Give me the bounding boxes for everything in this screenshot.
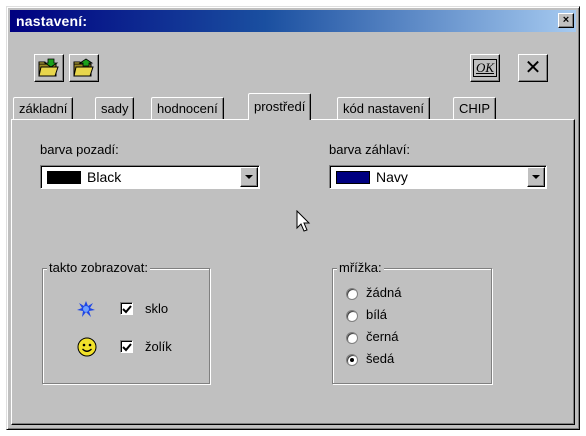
background-color-swatch bbox=[47, 171, 81, 184]
tab-chip[interactable]: CHIP bbox=[453, 97, 497, 119]
tab-label: sady bbox=[101, 101, 129, 116]
joker-checkbox[interactable] bbox=[120, 340, 133, 353]
mouse-cursor-icon bbox=[296, 210, 311, 232]
ok-label: OK bbox=[472, 59, 498, 77]
cancel-icon: ✕ bbox=[524, 57, 542, 79]
glass-checkbox[interactable] bbox=[120, 302, 133, 315]
background-color-label: barva pozadí: bbox=[40, 142, 119, 157]
grid-radio-black[interactable] bbox=[346, 332, 358, 344]
tab-hodnoceni[interactable]: hodnocení bbox=[151, 97, 224, 119]
folder-save-icon bbox=[73, 58, 94, 77]
grid-radio-label: černá bbox=[366, 329, 399, 344]
tab-label: prostředí bbox=[254, 99, 306, 114]
glass-checkbox-label: sklo bbox=[145, 301, 169, 316]
grid-radio-white[interactable] bbox=[346, 310, 358, 322]
title-bar[interactable]: nastavení: × bbox=[10, 10, 576, 32]
tab-panel-prostredi: barva pozadí: Black barva záhlaví: Navy … bbox=[11, 119, 575, 425]
window-title: nastavení: bbox=[16, 13, 88, 29]
tab-label: kód nastavení bbox=[343, 101, 424, 116]
folder-open-icon bbox=[38, 58, 59, 77]
title-close-button[interactable]: × bbox=[558, 13, 574, 28]
tab-label: hodnocení bbox=[157, 101, 218, 116]
joker-checkbox-label: žolík bbox=[145, 339, 172, 354]
grid-group: mřížka: žádná bílá černá šedá bbox=[332, 260, 492, 384]
checkmark-icon bbox=[122, 343, 132, 352]
grid-radio-gray[interactable] bbox=[346, 354, 358, 366]
smiley-joker-icon bbox=[77, 337, 97, 357]
tab-label: základní bbox=[19, 101, 68, 116]
grid-radio-label: žádná bbox=[366, 285, 402, 300]
tab-prostredi[interactable]: prostředí bbox=[248, 93, 312, 120]
ok-button[interactable]: OK bbox=[470, 54, 500, 82]
checkmark-icon bbox=[122, 305, 132, 314]
header-color-select[interactable]: Navy bbox=[329, 165, 547, 189]
save-button[interactable] bbox=[69, 54, 99, 82]
open-button[interactable] bbox=[34, 54, 64, 82]
grid-radio-none[interactable] bbox=[346, 288, 358, 300]
chevron-down-icon[interactable] bbox=[527, 167, 545, 187]
tab-strip: základní sady hodnocení prostředí kód na… bbox=[11, 93, 575, 120]
background-color-select[interactable]: Black bbox=[40, 165, 260, 189]
close-icon: × bbox=[562, 14, 570, 26]
grid-radio-label: šedá bbox=[366, 351, 395, 366]
tab-label: CHIP bbox=[459, 101, 491, 116]
grid-group-legend: mřížka: bbox=[337, 260, 384, 275]
chevron-down-icon[interactable] bbox=[240, 167, 258, 187]
header-color-value: Navy bbox=[376, 169, 408, 185]
tab-zakladni[interactable]: základní bbox=[13, 97, 74, 119]
cancel-button[interactable]: ✕ bbox=[518, 54, 548, 82]
display-group-legend: takto zobrazovat: bbox=[47, 260, 150, 275]
header-color-label: barva záhlaví: bbox=[329, 142, 410, 157]
tab-kod-nastaveni[interactable]: kód nastavení bbox=[337, 97, 430, 119]
background-color-value: Black bbox=[87, 169, 122, 185]
display-group: takto zobrazovat: sklo žolík bbox=[42, 260, 210, 384]
header-color-swatch bbox=[336, 171, 370, 184]
tab-sady[interactable]: sady bbox=[95, 97, 135, 119]
glass-splash-icon bbox=[77, 301, 95, 317]
settings-window: nastavení: × OK ✕ základní sady hodnocen… bbox=[6, 6, 580, 430]
grid-radio-label: bílá bbox=[366, 307, 387, 322]
